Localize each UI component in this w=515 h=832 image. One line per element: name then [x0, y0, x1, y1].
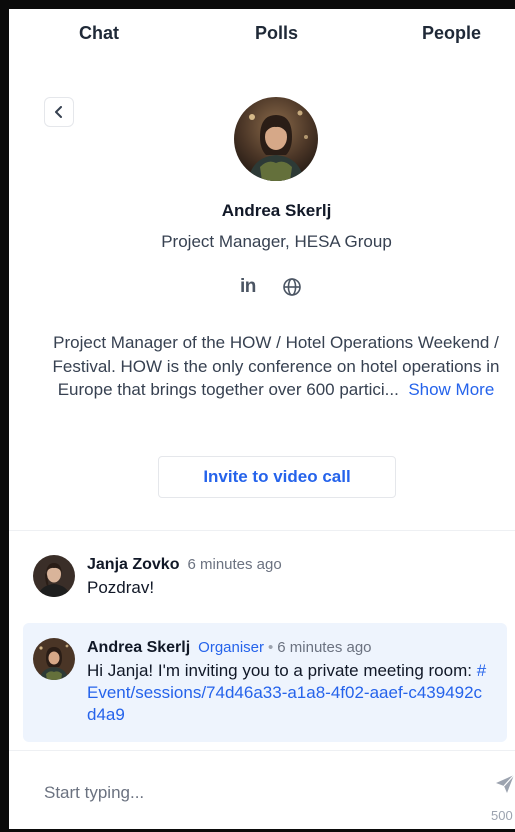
- message-header: Janja Zovko 6 minutes ago: [87, 555, 282, 575]
- section-divider: [9, 530, 515, 531]
- linkedin-icon[interactable]: in: [240, 276, 256, 298]
- message-time: 6 minutes ago: [277, 639, 372, 656]
- message-text: Pozdrav!: [87, 578, 155, 597]
- profile-name: Andrea Skerlj: [221, 201, 332, 220]
- sender-name[interactable]: Janja Zovko: [87, 556, 179, 573]
- message-body: Janja Zovko 6 minutes ago Pozdrav!: [87, 555, 282, 599]
- message-time: 6 minutes ago: [187, 556, 282, 573]
- sender-name[interactable]: Andrea Skerlj: [87, 639, 190, 656]
- globe-icon[interactable]: [282, 277, 302, 297]
- back-button[interactable]: [44, 97, 74, 127]
- send-icon[interactable]: [494, 773, 515, 795]
- composer-divider: [9, 750, 515, 751]
- profile-bio: Project Manager of the HOW / Hotel Opera…: [44, 331, 508, 402]
- invite-video-call-button[interactable]: Invite to video call: [158, 456, 396, 498]
- message-header: Andrea Skerlj Organiser • 6 minutes ago: [87, 638, 487, 658]
- tab-chat[interactable]: Chat: [79, 23, 119, 44]
- separator-dot: •: [268, 639, 274, 656]
- tab-bar: Chat Polls People: [9, 9, 515, 59]
- organiser-badge: Organiser: [198, 639, 265, 656]
- chat-message: Andrea Skerlj Organiser • 6 minutes ago Hi …: [33, 638, 487, 726]
- avatar: [33, 555, 75, 597]
- chevron-left-icon: [55, 106, 62, 118]
- tab-people[interactable]: People: [422, 23, 481, 44]
- message-text: Hi Janja! I'm inviting you to a private …: [87, 660, 487, 726]
- tab-polls[interactable]: Polls: [255, 23, 298, 44]
- message-body: Andrea Skerlj Organiser • 6 minutes ago Hi …: [87, 638, 487, 726]
- profile-role: Project Manager, HESA Group: [161, 232, 392, 251]
- character-counter: 500: [491, 808, 513, 823]
- profile-avatar: [234, 97, 318, 181]
- message-input[interactable]: [44, 783, 464, 803]
- social-links: in: [240, 276, 302, 298]
- show-more-link[interactable]: Show More: [408, 380, 494, 399]
- avatar: [33, 638, 75, 680]
- chat-message: Janja Zovko 6 minutes ago Pozdrav!: [33, 555, 282, 599]
- message-text-body: Hi Janja! I'm inviting you to a private …: [87, 661, 477, 680]
